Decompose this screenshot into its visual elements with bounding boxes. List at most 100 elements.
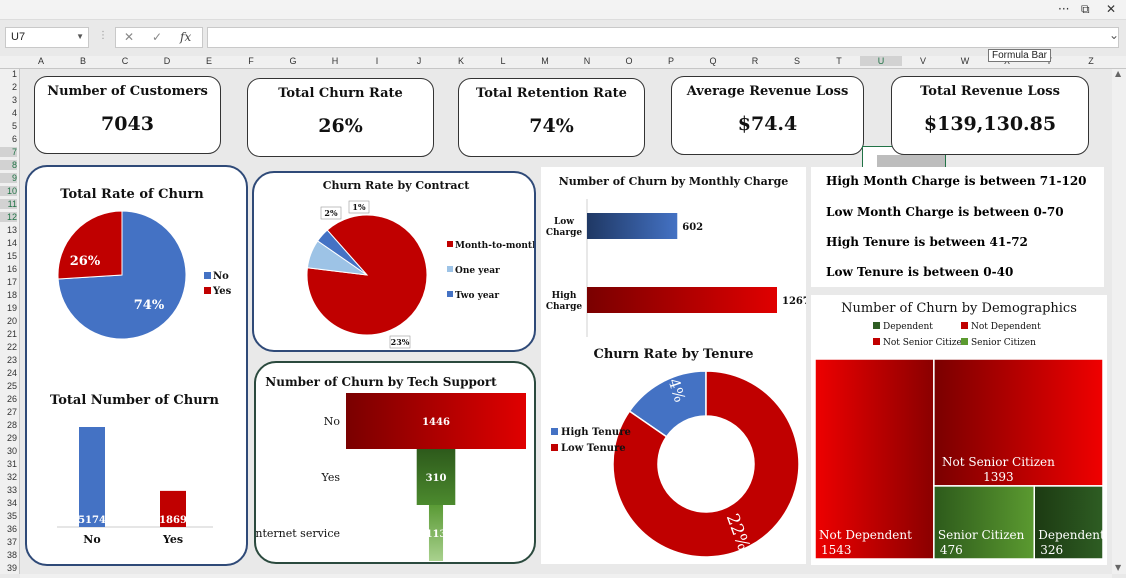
data-label: 5174 (78, 515, 106, 526)
row-header[interactable]: 23 (0, 355, 17, 365)
row-header[interactable]: 30 (0, 446, 17, 456)
row-header[interactable]: 22 (0, 342, 17, 352)
row-header[interactable]: 24 (0, 368, 17, 378)
row-header[interactable]: 29 (0, 433, 17, 443)
column-header[interactable]: E (188, 56, 230, 66)
enter-icon[interactable]: ✓ (152, 30, 162, 44)
row-header[interactable]: 14 (0, 238, 17, 248)
kpi-title: Total Churn Rate (278, 86, 403, 101)
column-header[interactable]: O (608, 56, 650, 66)
row-header[interactable]: 10 (0, 186, 17, 196)
legend-label: Dependent (883, 322, 933, 332)
column-header[interactable]: R (734, 56, 776, 66)
chevron-down-icon[interactable]: ▼ (76, 32, 84, 41)
row-header[interactable]: 3 (0, 95, 17, 105)
column-header[interactable]: T (818, 56, 860, 66)
row-header[interactable]: 36 (0, 524, 17, 534)
row-header[interactable]: 7 (0, 147, 17, 157)
row-header[interactable]: 6 (0, 134, 17, 144)
notes-panel: High Month Charge is between 71-120 Low … (811, 167, 1104, 287)
contract-panel: Churn Rate by Contract 23% 2% 1% Month-to-m… (252, 171, 536, 352)
restore-icon[interactable]: ⧉ (1081, 2, 1090, 17)
scroll-up-icon[interactable]: ▲ (1115, 69, 1121, 78)
legend-label: Yes (212, 286, 232, 297)
column-header[interactable]: A (20, 56, 62, 66)
column-header[interactable]: C (104, 56, 146, 66)
column-header[interactable]: F (230, 56, 272, 66)
note-high-month-charge: High Month Charge is between 71-120 (826, 174, 1087, 188)
row-header[interactable]: 25 (0, 381, 17, 391)
row-header[interactable]: 28 (0, 420, 17, 430)
row-header[interactable]: 19 (0, 303, 17, 313)
column-header[interactable]: M (524, 56, 566, 66)
column-header[interactable]: J (398, 56, 440, 66)
row-header[interactable]: 17 (0, 277, 17, 287)
row-header[interactable]: 37 (0, 537, 17, 547)
column-header[interactable]: U (860, 56, 902, 66)
column-header[interactable]: V (902, 56, 944, 66)
row-header[interactable]: 31 (0, 459, 17, 469)
legend-swatch (961, 322, 968, 329)
row-header[interactable]: 35 (0, 511, 17, 521)
row-header[interactable]: 9 (0, 173, 17, 183)
column-header[interactable]: L (482, 56, 524, 66)
bar-low-charge (587, 213, 678, 239)
row-header[interactable]: 15 (0, 251, 17, 261)
name-box[interactable]: U7 ▼ (5, 27, 89, 48)
row-header[interactable]: 27 (0, 407, 17, 417)
column-header[interactable]: D (146, 56, 188, 66)
legend-label: No (213, 271, 229, 282)
row-header[interactable]: 21 (0, 329, 17, 339)
column-header[interactable]: G (272, 56, 314, 66)
row-header[interactable]: 26 (0, 394, 17, 404)
column-header[interactable]: K (440, 56, 482, 66)
tick-label: No internet service (256, 527, 340, 540)
row-header[interactable]: 16 (0, 264, 17, 274)
column-header[interactable]: P (650, 56, 692, 66)
expand-formula-icon[interactable]: ⌄ (1109, 28, 1119, 42)
row-header[interactable]: 34 (0, 498, 17, 508)
treemap-value: 1393 (983, 470, 1014, 484)
vertical-scrollbar[interactable]: ▲ ▼ (1112, 69, 1126, 574)
row-header[interactable]: 11 (0, 199, 17, 209)
row-header[interactable]: 4 (0, 108, 17, 118)
insert-function-icon[interactable]: fx (180, 30, 191, 44)
horizontal-scrollbar[interactable] (20, 574, 1112, 578)
column-header[interactable]: H (314, 56, 356, 66)
tenure-title: Churn Rate by Tenure (593, 347, 754, 362)
legend-swatch (551, 428, 558, 435)
column-header[interactable]: Q (692, 56, 734, 66)
scroll-down-icon[interactable]: ▼ (1115, 563, 1121, 572)
column-header[interactable]: I (356, 56, 398, 66)
row-header[interactable]: 20 (0, 316, 17, 326)
column-header[interactable]: N (566, 56, 608, 66)
row-header[interactable]: 1 (0, 69, 17, 79)
row-header[interactable]: 13 (0, 225, 17, 235)
cancel-icon[interactable]: ✕ (124, 30, 134, 44)
tick-label: Charge (546, 302, 583, 312)
tick-label: Yes (162, 533, 183, 546)
formula-input[interactable] (207, 27, 1119, 48)
data-label: 602 (682, 222, 703, 233)
rate-of-churn-chart: 74% 26% No Yes (57, 210, 232, 340)
row-header[interactable]: 5 (0, 121, 17, 131)
row-header[interactable]: 12 (0, 212, 17, 222)
close-icon[interactable]: ✕ (1106, 2, 1116, 16)
row-header[interactable]: 18 (0, 290, 17, 300)
legend-label: Month-to-month (455, 241, 534, 251)
column-header[interactable]: S (776, 56, 818, 66)
bar-high-charge (587, 287, 777, 313)
more-options-icon[interactable]: ··· (1058, 2, 1069, 16)
row-header[interactable]: 32 (0, 472, 17, 482)
formula-bar-tooltip: Formula Bar (988, 49, 1052, 62)
row-header[interactable]: 38 (0, 550, 17, 560)
row-header[interactable]: 8 (0, 160, 17, 170)
column-header[interactable]: W (944, 56, 986, 66)
row-header[interactable]: 33 (0, 485, 17, 495)
column-header[interactable]: B (62, 56, 104, 66)
legend-label: Senior Citizen (971, 338, 1036, 348)
legend-label: High Tenure (561, 427, 631, 438)
row-header[interactable]: 39 (0, 563, 17, 573)
column-header[interactable]: Z (1070, 56, 1112, 66)
row-header[interactable]: 2 (0, 82, 17, 92)
